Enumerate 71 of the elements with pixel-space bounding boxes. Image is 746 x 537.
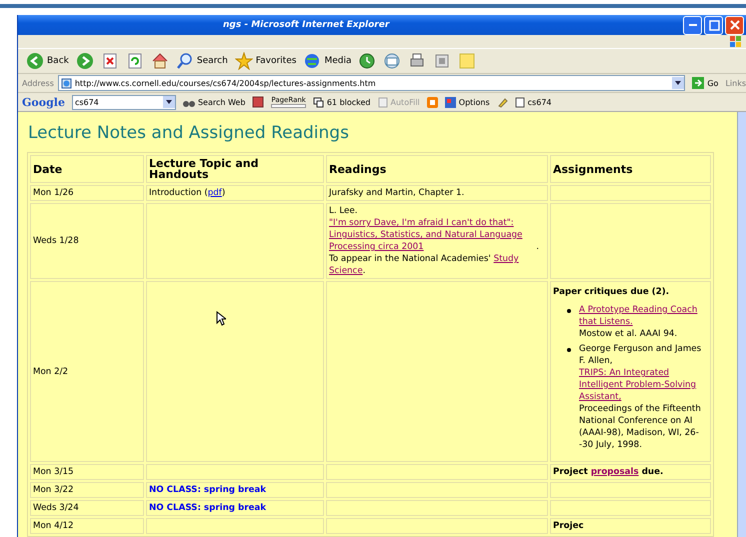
date-text: Mon 1/26 — [33, 188, 74, 198]
windows-flag-icon — [730, 36, 742, 48]
link[interactable]: Science — [329, 266, 363, 276]
search-button[interactable]: Search — [174, 51, 230, 71]
link[interactable]: TRIPS: An Integrated Intelligent Problem-Solving Assistant, — [579, 367, 700, 403]
page-heading: Lecture Notes and Assigned Readings — [28, 123, 350, 143]
maximize-icon — [706, 18, 720, 32]
cell-text: Introduction (pdf) — [149, 187, 226, 199]
date-text: Mon 3/22 — [33, 485, 74, 495]
minimize-button[interactable] — [683, 16, 702, 34]
forward-icon — [76, 52, 94, 70]
link[interactable]: "I'm sorry Dave, I'm afraid I can't do that": Linguistics, Statistics, and Natural Language Processing circa 2001 — [329, 217, 536, 253]
column-header: Assignments — [550, 155, 711, 183]
scrollbar[interactable] — [737, 112, 746, 537]
date-text: Mon 2/2 — [33, 366, 68, 376]
mouse-pointer-icon — [216, 311, 226, 326]
bullet-icon — [567, 348, 571, 352]
maximize-button[interactable] — [704, 16, 723, 34]
search-term-button[interactable]: cs674 — [514, 96, 552, 108]
options-button[interactable]: Options — [444, 96, 490, 108]
note-icon — [458, 52, 476, 70]
windows-icon — [312, 96, 324, 108]
google-logo[interactable]: Google — [22, 96, 65, 108]
assignment-note: Projec — [553, 520, 585, 532]
date-text: Mon 3/15 — [33, 467, 74, 477]
favorites-icon — [234, 52, 253, 70]
date-text: Weds 3/24 — [33, 503, 79, 513]
favorites-button[interactable]: Favorites — [232, 51, 298, 71]
notice-text: NO CLASS: spring break — [149, 484, 268, 496]
column-header: Date — [30, 155, 144, 183]
link[interactable]: proposals — [590, 467, 639, 477]
assignment-note: Project proposals due. — [553, 466, 664, 478]
link[interactable]: A Prototype Reading Coach that Listens. — [579, 304, 700, 328]
minimize-icon — [688, 24, 696, 26]
address-field[interactable]: http://www.cs.cornell.edu/courses/cs674/2004sp/lectures-assignments.htm — [58, 75, 686, 91]
column-header: Readings — [326, 155, 548, 183]
date-text: Weds 1/28 — [33, 236, 79, 246]
refresh-icon — [126, 52, 144, 70]
link[interactable]: pdf — [208, 188, 222, 198]
search-web-button[interactable]: Search Web — [182, 96, 246, 108]
stop-icon — [100, 52, 119, 70]
links-label[interactable]: Links — [725, 78, 746, 88]
search-field[interactable]: cs674 — [72, 94, 176, 110]
list-item-text: A Prototype Reading Coach that Listens. Mostow et al. AAAI 94. — [579, 304, 700, 340]
back-button[interactable]: Back — [24, 51, 71, 71]
notice-text: NO CLASS: spring break — [149, 502, 268, 514]
close-icon — [728, 18, 742, 32]
window-title: ngs - Microsoft Internet Explorer — [223, 20, 391, 30]
cell-text: To appear in the National Academies' Study — [329, 253, 520, 265]
home-icon — [150, 52, 169, 70]
highlighter-icon[interactable] — [496, 96, 508, 108]
search-icon — [176, 52, 194, 70]
link[interactable]: Study — [494, 254, 519, 264]
cell-text: L. Lee. "I'm sorry Dave, I'm afraid I can't do that": Linguistics, Statistics, and Natural Language Processing circa 2001 . — [329, 205, 540, 253]
list-item-text: George Ferguson and James F. Allen, TRIPS: An Integrated Intelligent Problem-Solving Assistant, Proceedings of the Fifteenth National Conference on AI (AAAI-98), Madison, WI, 26--30 July, 1998. — [579, 343, 702, 451]
popup-blocker-button[interactable]: 61 blocked — [312, 96, 371, 108]
assignment-note: Paper critiques due (2). — [553, 286, 670, 298]
column-header: Lecture Topic and Handouts — [146, 155, 324, 183]
history-icon — [358, 52, 376, 70]
close-button[interactable] — [725, 16, 744, 34]
go-button[interactable]: Go — [689, 77, 722, 89]
date-text: Mon 4/12 — [33, 521, 74, 531]
go-arrow-icon — [692, 77, 704, 89]
back-icon — [26, 52, 44, 70]
address-label: Address — [22, 78, 54, 88]
bullet-icon — [567, 309, 571, 313]
media-button[interactable]: Media — [301, 51, 354, 71]
cell-text: Science. — [329, 265, 366, 277]
dropdown-icon[interactable] — [162, 96, 175, 108]
dropdown-icon[interactable] — [672, 77, 684, 89]
cell-text: Jurafsky and Martin, Chapter 1. — [329, 187, 466, 199]
